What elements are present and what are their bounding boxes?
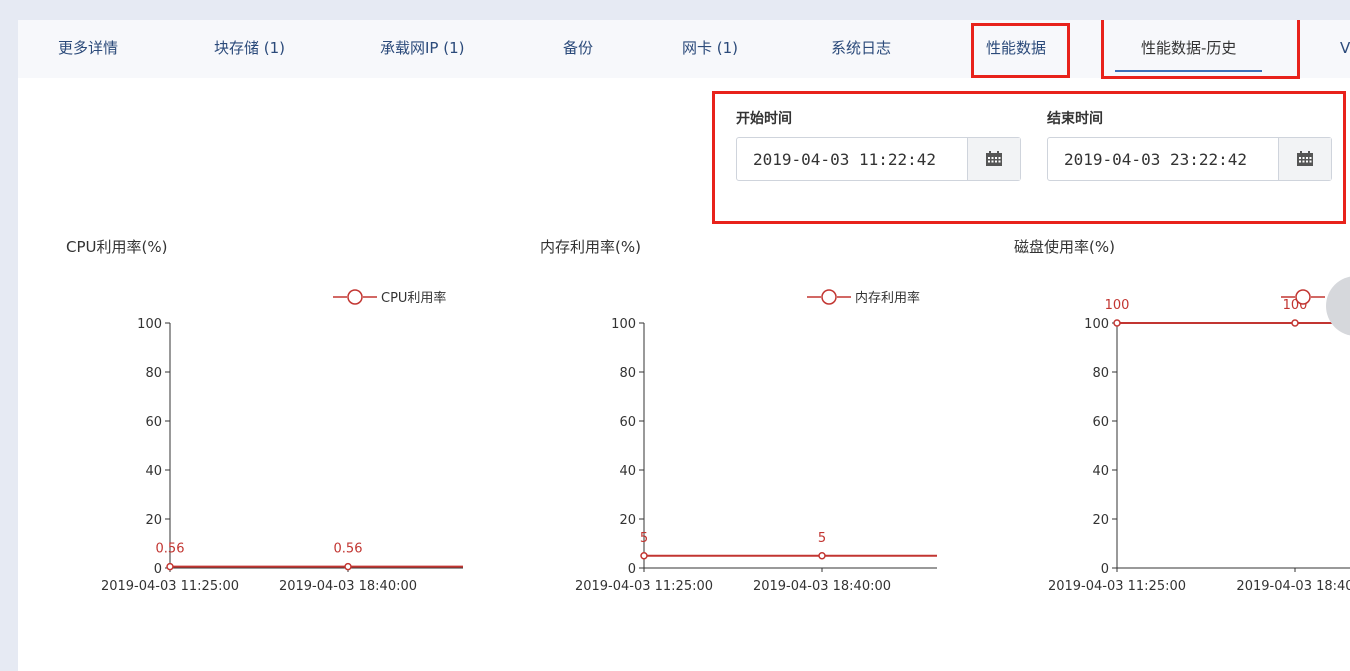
y-tick-label: 40 (1092, 464, 1109, 479)
y-tick-label: 20 (1092, 513, 1109, 528)
legend-circle-icon (1295, 289, 1311, 305)
x-tick-label: 2019-04-03 18:40 (1236, 579, 1350, 594)
y-tick-label: 80 (1092, 366, 1109, 381)
detail-panel: 更多详情 块存储 (1) 承载网IP (1) 备份 网卡 (1) 系统日志 性能… (18, 20, 1350, 671)
data-point (1113, 319, 1121, 327)
y-tick-label: 100 (1084, 317, 1109, 332)
x-tick-label: 2019-04-03 11:25:00 (1048, 579, 1186, 594)
data-label: 100 (1105, 298, 1130, 313)
y-tick-label: 60 (1092, 415, 1109, 430)
y-tick-label: 0 (1101, 562, 1109, 577)
data-point (1291, 319, 1299, 327)
disk-usage-chart: 0 20 40 60 80 100 2019-04-03 11:25:00 2019-04-0… (1048, 289, 1350, 594)
